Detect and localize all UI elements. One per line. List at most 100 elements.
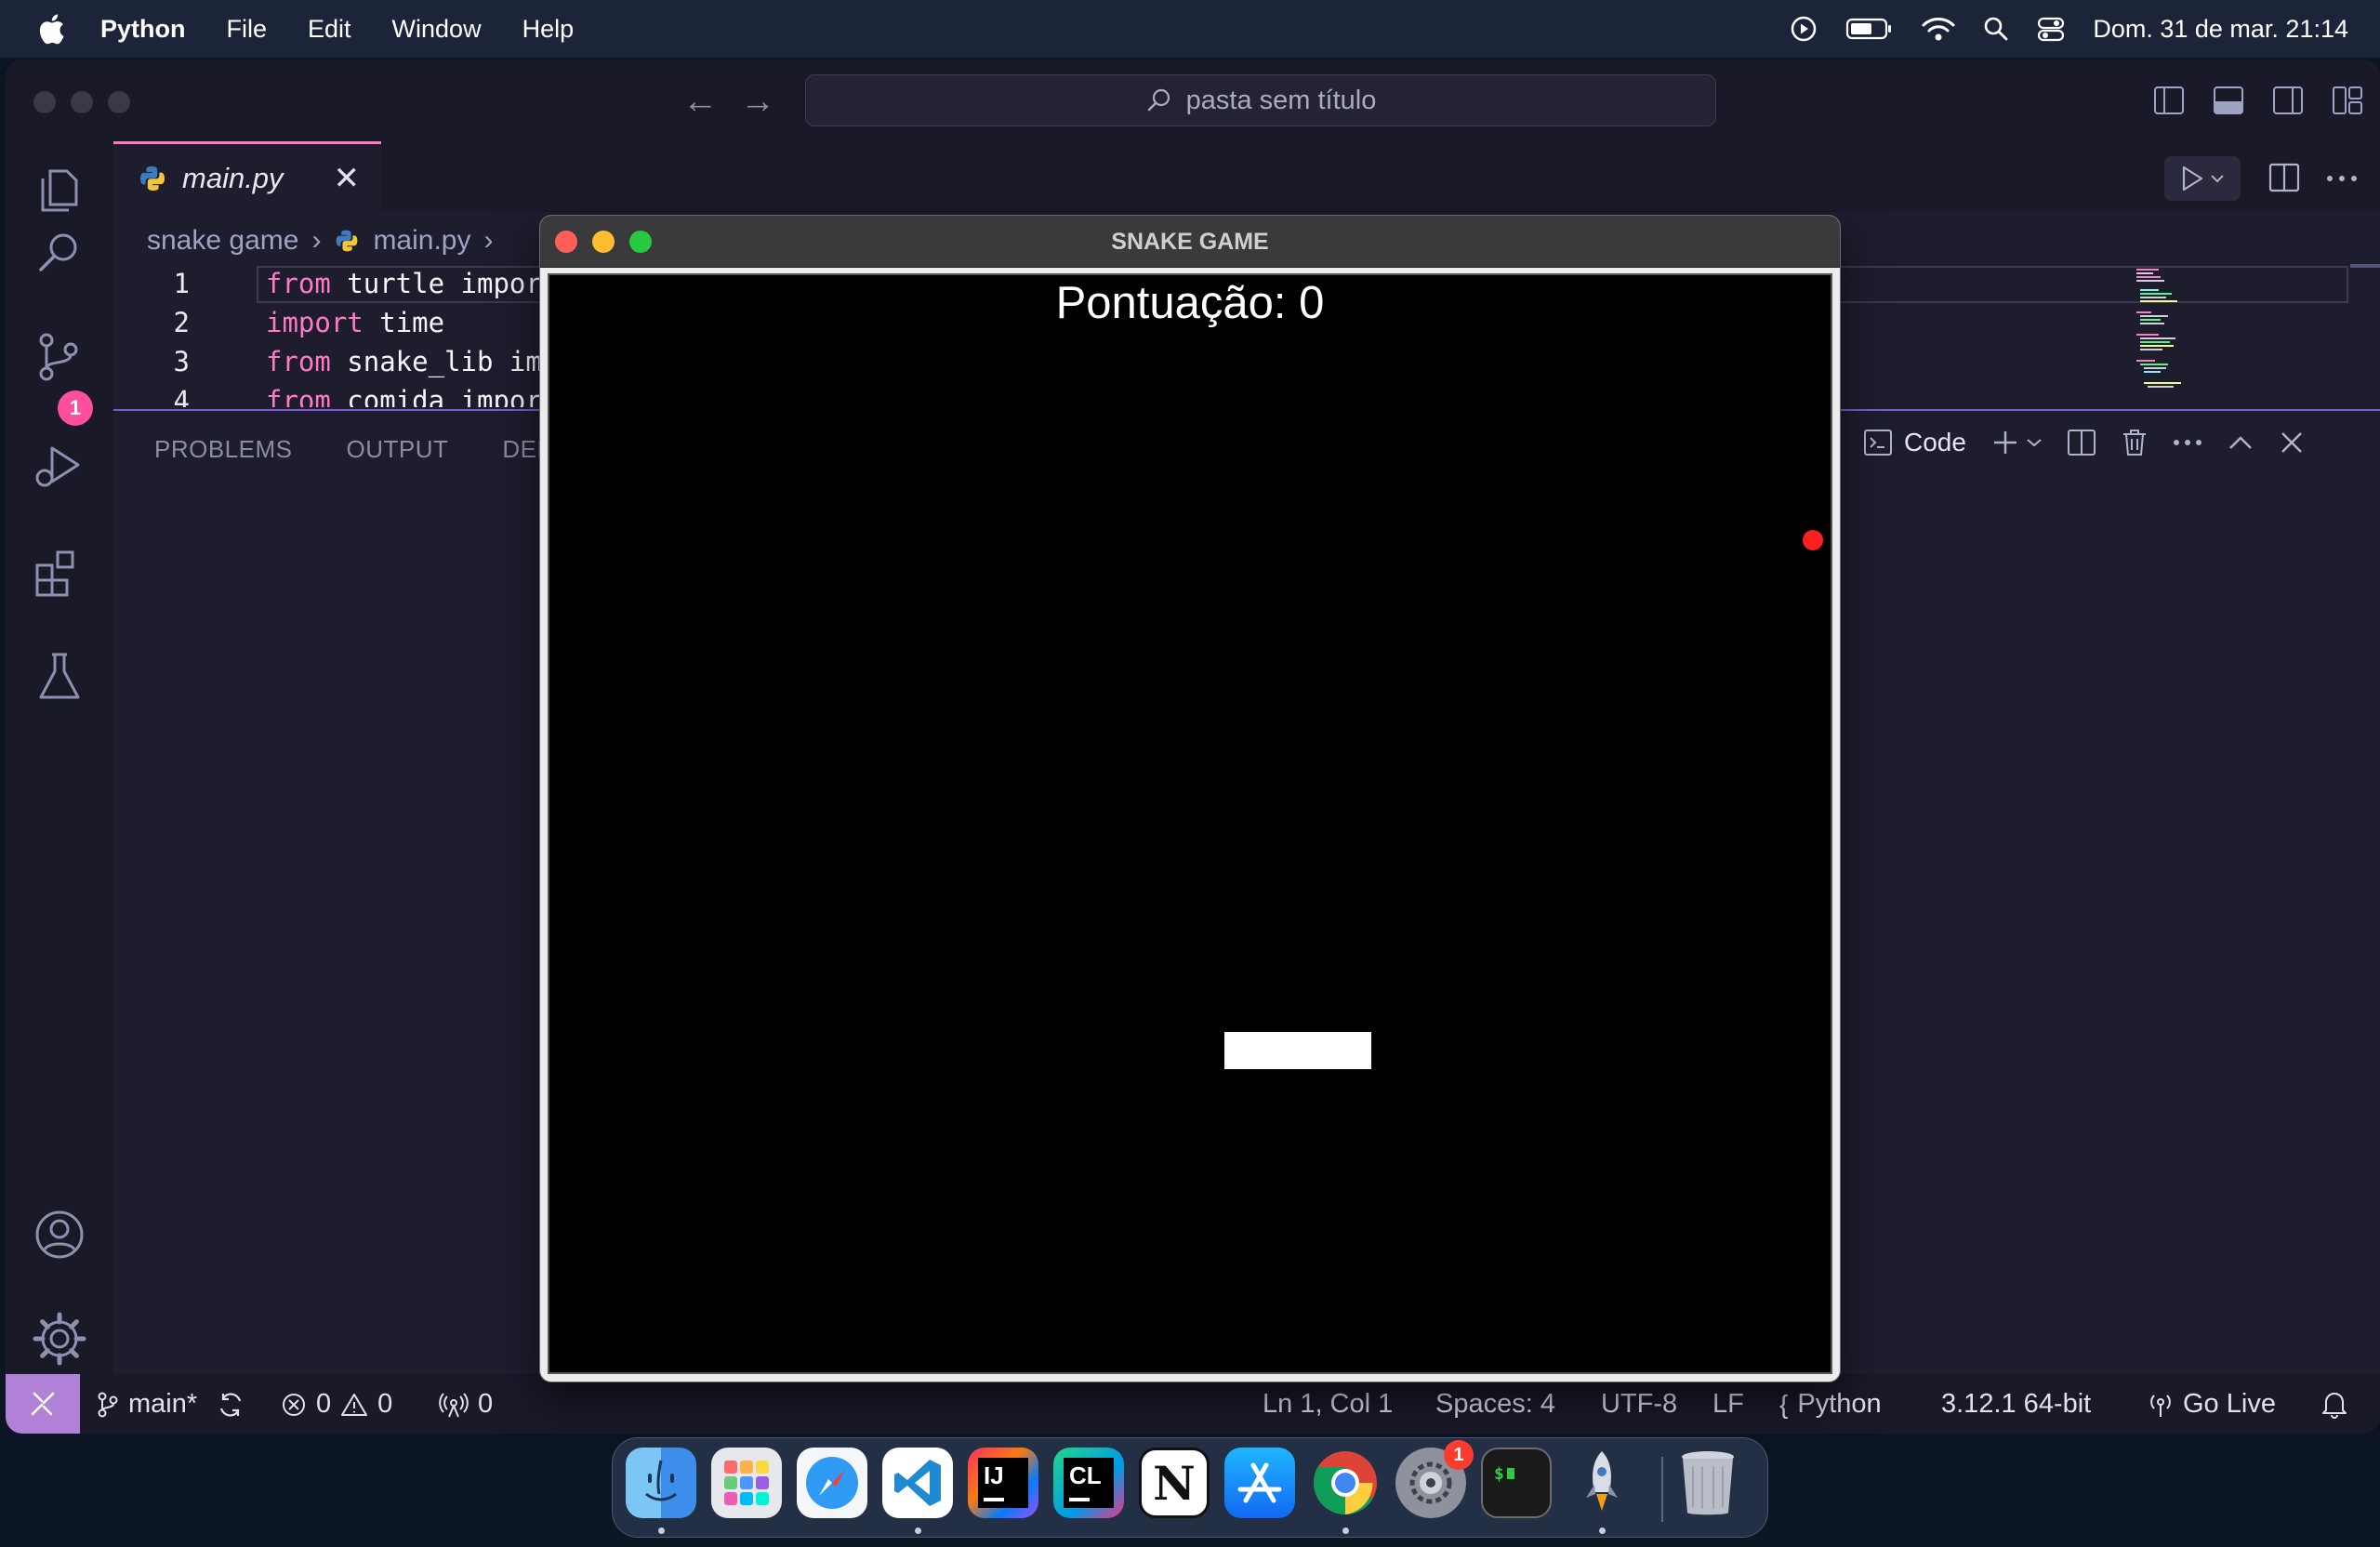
extensions-icon[interactable] xyxy=(30,541,89,601)
line-number: 2 xyxy=(173,307,190,338)
snake-segment xyxy=(1224,1032,1275,1069)
now-playing-icon[interactable] xyxy=(1790,15,1818,43)
terminal-app-icon[interactable]: $ xyxy=(1481,1448,1552,1518)
game-canvas[interactable]: Pontuação: 0 xyxy=(548,273,1832,1374)
window-close-button[interactable] xyxy=(33,91,56,113)
search-sidebar-icon[interactable] xyxy=(30,223,89,283)
vscode-app-icon[interactable] xyxy=(882,1448,953,1518)
menu-file[interactable]: File xyxy=(227,15,268,44)
code-line[interactable]: 1 from turtle import xyxy=(113,268,559,307)
source-control-icon[interactable] xyxy=(30,327,89,387)
trash-app-icon[interactable] xyxy=(1673,1448,1743,1518)
wifi-icon[interactable] xyxy=(1922,16,1955,42)
safari-app-icon[interactable] xyxy=(797,1448,867,1518)
sync-icon[interactable] xyxy=(216,1390,245,1420)
testing-flask-icon[interactable] xyxy=(30,647,89,707)
settings-gear-icon[interactable] xyxy=(30,1309,89,1368)
scrollbar-slider[interactable] xyxy=(2350,264,2380,268)
title-bar: ← → pasta sem título xyxy=(6,60,2380,141)
finder-app-icon[interactable] xyxy=(626,1448,696,1518)
code-line[interactable]: 3 from snake_lib imp xyxy=(113,346,559,385)
run-debug-icon[interactable] xyxy=(30,437,89,496)
battery-icon[interactable] xyxy=(1845,17,1894,41)
split-terminal-icon[interactable] xyxy=(2067,428,2096,457)
forward-arrow-icon[interactable]: → xyxy=(740,82,775,122)
snake-game-window[interactable]: SNAKE GAME Pontuação: 0 xyxy=(540,216,1840,1382)
running-indicator xyxy=(658,1527,665,1534)
run-python-button[interactable] xyxy=(2164,156,2241,201)
split-editor-icon[interactable] xyxy=(2268,162,2300,193)
menu-app-name[interactable]: Python xyxy=(100,15,186,44)
trash-can-icon xyxy=(1682,1451,1734,1515)
game-close-button[interactable] xyxy=(555,231,577,253)
menu-help[interactable]: Help xyxy=(522,15,575,44)
notifications-bell-icon[interactable] xyxy=(2320,1389,2348,1419)
tab-main-py[interactable]: main.py ✕ xyxy=(113,141,381,212)
intellij-app-icon[interactable]: IJ xyxy=(968,1448,1038,1518)
launchpad-app-icon[interactable] xyxy=(711,1448,782,1518)
minimap[interactable] xyxy=(2135,264,2200,413)
language-mode[interactable]: { Python xyxy=(1779,1389,1882,1420)
maximize-panel-icon[interactable] xyxy=(2227,433,2254,452)
window-zoom-button[interactable] xyxy=(108,91,130,113)
line-number: 4 xyxy=(173,385,190,407)
code-line[interactable]: 2 import time xyxy=(113,307,445,346)
remote-indicator[interactable] xyxy=(6,1374,80,1434)
eol-setting[interactable]: LF xyxy=(1712,1389,1744,1420)
clion-app-icon[interactable]: CL xyxy=(1053,1448,1124,1518)
encoding-setting[interactable]: UTF-8 xyxy=(1601,1389,1677,1420)
explorer-icon[interactable] xyxy=(30,160,89,219)
indentation-setting[interactable]: Spaces: 4 xyxy=(1435,1389,1555,1420)
accounts-icon[interactable] xyxy=(30,1205,89,1264)
trash-icon[interactable] xyxy=(2121,428,2149,457)
breadcrumb-folder[interactable]: snake game xyxy=(147,225,298,257)
toggle-panel-icon[interactable] xyxy=(2213,86,2244,115)
chevron-down-icon[interactable] xyxy=(2210,173,2225,184)
go-live-button[interactable]: Go Live xyxy=(2148,1389,2276,1420)
app-store-app-icon[interactable] xyxy=(1224,1448,1295,1518)
toggle-primary-sidebar-icon[interactable] xyxy=(2153,86,2185,115)
spotlight-search-icon[interactable] xyxy=(1983,16,2009,42)
close-panel-icon[interactable] xyxy=(2279,430,2305,456)
search-icon xyxy=(1147,88,1170,112)
game-title-bar[interactable]: SNAKE GAME xyxy=(540,216,1840,268)
more-actions-icon[interactable] xyxy=(2173,439,2202,446)
activity-bar: 1 xyxy=(6,141,113,1374)
menu-clock[interactable]: Dom. 31 de mar. 21:14 xyxy=(2093,15,2348,44)
code-line[interactable]: 4 from comida import xyxy=(113,385,559,407)
launchpad-grid-icon xyxy=(724,1461,769,1505)
chrome-app-icon[interactable] xyxy=(1310,1448,1381,1518)
new-terminal-plus-icon[interactable] xyxy=(1990,428,2020,457)
back-arrow-icon[interactable]: ← xyxy=(682,82,718,122)
notion-app-icon[interactable]: N xyxy=(1139,1448,1210,1518)
customize-layout-icon[interactable] xyxy=(2332,86,2363,115)
tab-output[interactable]: OUTPUT xyxy=(347,435,449,464)
problems-indicator[interactable]: 0 0 xyxy=(281,1389,392,1420)
python-interpreter[interactable]: 3.12.1 64-bit xyxy=(1941,1389,2091,1420)
menu-window[interactable]: Window xyxy=(392,15,482,44)
tab-close-icon[interactable]: ✕ xyxy=(334,160,361,197)
branch-indicator[interactable]: main* xyxy=(97,1389,245,1420)
braces-icon: { xyxy=(1779,1389,1789,1419)
game-zoom-button[interactable] xyxy=(629,231,652,253)
command-center-search[interactable]: pasta sem título xyxy=(805,74,1716,126)
breadcrumb-file[interactable]: main.py xyxy=(373,225,470,257)
code-keyword: from xyxy=(266,385,331,407)
terminal-name[interactable]: Code xyxy=(1904,428,1966,457)
broadcast-icon xyxy=(439,1392,469,1417)
branch-name: main* xyxy=(128,1389,198,1419)
more-actions-icon[interactable] xyxy=(2326,175,2358,182)
game-minimize-button[interactable] xyxy=(592,231,615,253)
chevron-down-icon[interactable] xyxy=(2026,437,2043,448)
ports-indicator[interactable]: 0 xyxy=(439,1389,493,1420)
control-center-icon[interactable] xyxy=(2037,16,2065,42)
rocket-app-icon[interactable] xyxy=(1567,1448,1637,1518)
window-minimize-button[interactable] xyxy=(71,91,93,113)
code-text: comida import xyxy=(330,385,559,407)
toggle-secondary-sidebar-icon[interactable] xyxy=(2272,86,2304,115)
tab-problems[interactable]: PROBLEMS xyxy=(154,435,293,464)
cursor-position[interactable]: Ln 1, Col 1 xyxy=(1263,1389,1393,1420)
menu-edit[interactable]: Edit xyxy=(308,15,351,44)
ports-count: 0 xyxy=(478,1389,494,1419)
apple-icon[interactable] xyxy=(37,12,65,46)
